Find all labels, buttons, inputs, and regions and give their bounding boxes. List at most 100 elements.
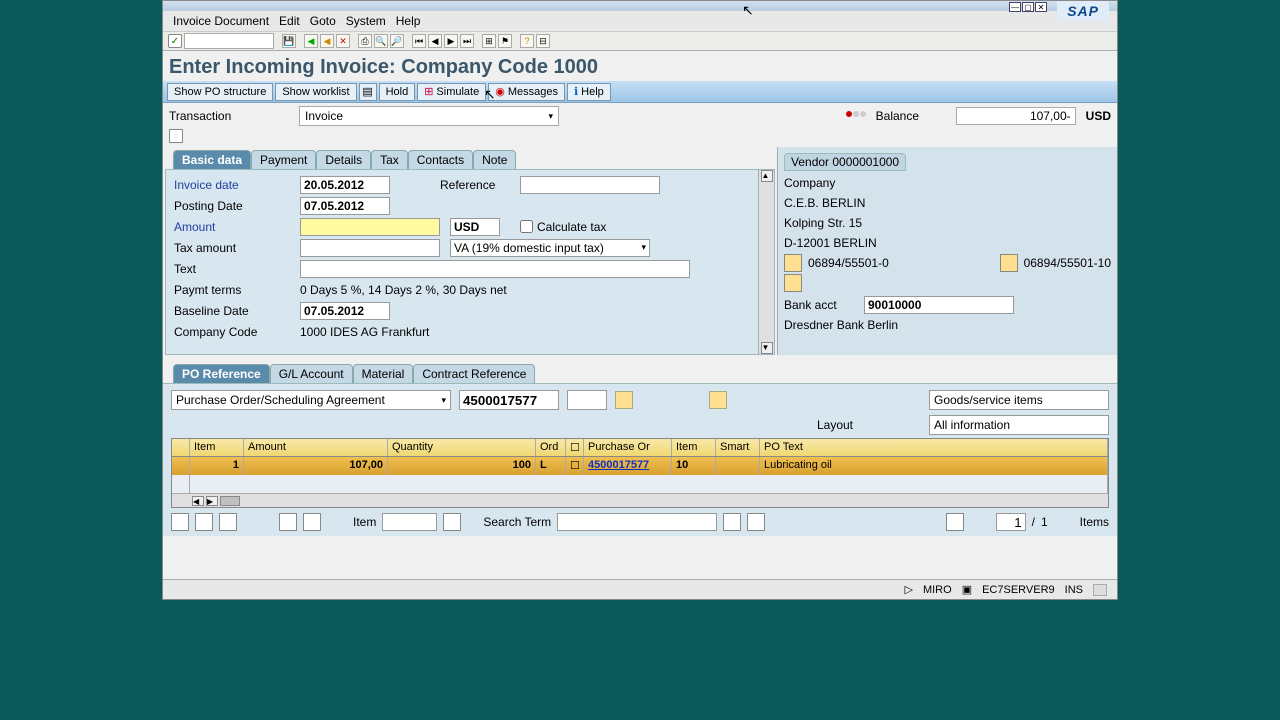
sort-asc-icon[interactable] (279, 513, 297, 531)
tab-gl-account[interactable]: G/L Account (270, 364, 353, 383)
menu-invoice-document[interactable]: Invoice Document (173, 14, 269, 28)
tab-po-reference[interactable]: PO Reference (173, 364, 270, 383)
search-next-icon[interactable] (747, 513, 765, 531)
grid-header-amount[interactable]: Amount (244, 439, 388, 456)
text-input[interactable] (300, 260, 690, 278)
item-nav-label: Item (353, 515, 376, 529)
tab-basic-data[interactable]: Basic data (173, 150, 251, 169)
hold-button[interactable]: Hold (379, 83, 416, 101)
layout-grid-icon[interactable] (946, 513, 964, 531)
page-current[interactable] (996, 513, 1026, 531)
shortcut-icon[interactable]: ⚑ (498, 34, 512, 48)
grid-header-smart[interactable]: Smart (716, 439, 760, 456)
bank-name: Dresdner Bank Berlin (784, 315, 1111, 335)
tab-note[interactable]: Note (473, 150, 516, 169)
grid-horizontal-scroll[interactable]: ◀▶ (172, 493, 1108, 507)
fax-icon[interactable] (1000, 254, 1018, 272)
print-icon[interactable]: ⎙ (358, 34, 372, 48)
posting-date-input[interactable] (300, 197, 390, 215)
select-all-icon[interactable] (171, 513, 189, 531)
search-term-input[interactable] (557, 513, 717, 531)
grid-row[interactable]: 1 107,00 100 L ☐ 4500017577 10 Lubricati… (172, 457, 1108, 475)
reference-input[interactable] (520, 176, 660, 194)
new-session-icon[interactable]: ⊞ (482, 34, 496, 48)
menu-goto[interactable]: Goto (310, 14, 336, 28)
search-icon[interactable] (723, 513, 741, 531)
tab-payment[interactable]: Payment (251, 150, 316, 169)
paymt-terms-label: Paymt terms (170, 283, 300, 297)
exit-icon[interactable]: ◀ (320, 34, 334, 48)
grid-select-header[interactable] (172, 439, 190, 456)
grid-row-empty[interactable] (172, 475, 1108, 493)
find-icon[interactable]: 🔍 (374, 34, 388, 48)
company-code-label: Company Code (170, 325, 300, 339)
bank-acct-input[interactable] (864, 296, 1014, 314)
vendor-fax: 06894/55501-10 (1024, 256, 1111, 270)
window-controls[interactable]: —▢✕ (1009, 2, 1047, 12)
amount-input[interactable] (300, 218, 440, 236)
grid-header-quantity[interactable]: Quantity (388, 439, 536, 456)
header-toggle-icon[interactable] (169, 129, 183, 143)
po-item-input[interactable] (567, 390, 607, 410)
baseline-date-input[interactable] (300, 302, 390, 320)
grid-header-item[interactable]: Item (190, 439, 244, 456)
layout-icon[interactable]: ⊟ (536, 34, 550, 48)
posting-date-label: Posting Date (170, 199, 300, 213)
sort-desc-icon[interactable] (303, 513, 321, 531)
goods-service-select[interactable]: Goods/service items (929, 390, 1109, 410)
address-icon[interactable] (784, 274, 802, 292)
item-nav-input[interactable] (382, 513, 437, 531)
reference-category-select[interactable]: Purchase Order/Scheduling Agreement▾ (171, 390, 451, 410)
tab-details[interactable]: Details (316, 150, 371, 169)
phone-icon[interactable] (784, 254, 802, 272)
next-page-icon[interactable]: ▶ (444, 34, 458, 48)
help-button[interactable]: ℹHelp (567, 83, 611, 101)
bank-acct-label: Bank acct (784, 298, 864, 312)
more-po-icon[interactable] (709, 391, 727, 409)
menu-help[interactable]: Help (396, 14, 421, 28)
save-icon[interactable]: 💾 (282, 34, 296, 48)
tax-amount-input[interactable] (300, 239, 440, 257)
show-worklist-button[interactable]: Show worklist (275, 83, 356, 101)
calculate-tax-checkbox[interactable] (520, 220, 533, 233)
messages-button[interactable]: ◉Messages (488, 83, 565, 101)
currency-input[interactable] (450, 218, 500, 236)
deselect-all-icon[interactable] (195, 513, 213, 531)
filter-icon[interactable] (219, 513, 237, 531)
tax-code-select[interactable]: VA (19% domestic input tax)▾ (450, 239, 650, 257)
overview-icon[interactable]: ▤ (359, 83, 377, 101)
tab-material[interactable]: Material (353, 364, 414, 383)
last-page-icon[interactable]: ⏭ (460, 34, 474, 48)
grid-header-potext[interactable]: PO Text (760, 439, 1108, 456)
find-next-icon[interactable]: 🔎 (390, 34, 404, 48)
layout-select[interactable]: All information (929, 415, 1109, 435)
grid-header-check[interactable]: ☐ (566, 439, 584, 456)
transaction-select[interactable]: Invoice▾ (299, 106, 559, 126)
enter-icon[interactable]: ✓ (168, 34, 182, 48)
grid-header-po[interactable]: Purchase Or (584, 439, 672, 456)
po-number-input[interactable] (459, 390, 559, 410)
po-link[interactable]: 4500017577 (584, 457, 672, 475)
tab-tax[interactable]: Tax (371, 150, 408, 169)
invoice-date-label: Invoice date (170, 178, 300, 192)
grid-header-poitem[interactable]: Item (672, 439, 716, 456)
simulate-button[interactable]: ⊞Simulate (417, 83, 486, 101)
vertical-scrollbar[interactable]: ▲▼ (758, 170, 774, 354)
amount-label: Amount (170, 220, 300, 234)
prev-page-icon[interactable]: ◀ (428, 34, 442, 48)
invoice-date-input[interactable] (300, 176, 390, 194)
grid-header-ord[interactable]: Ord (536, 439, 566, 456)
menu-system[interactable]: System (346, 14, 386, 28)
command-field[interactable] (184, 33, 274, 49)
cancel-icon[interactable]: ✕ (336, 34, 350, 48)
lower-tabstrip: PO Reference G/L Account Material Contra… (163, 361, 1117, 383)
search-po-icon[interactable] (615, 391, 633, 409)
help-icon[interactable]: ? (520, 34, 534, 48)
tab-contract-reference[interactable]: Contract Reference (413, 364, 535, 383)
show-po-structure-button[interactable]: Show PO structure (167, 83, 273, 101)
first-page-icon[interactable]: ⏮ (412, 34, 426, 48)
item-search-icon[interactable] (443, 513, 461, 531)
menu-edit[interactable]: Edit (279, 14, 300, 28)
tab-contacts[interactable]: Contacts (408, 150, 473, 169)
back-icon[interactable]: ◀ (304, 34, 318, 48)
